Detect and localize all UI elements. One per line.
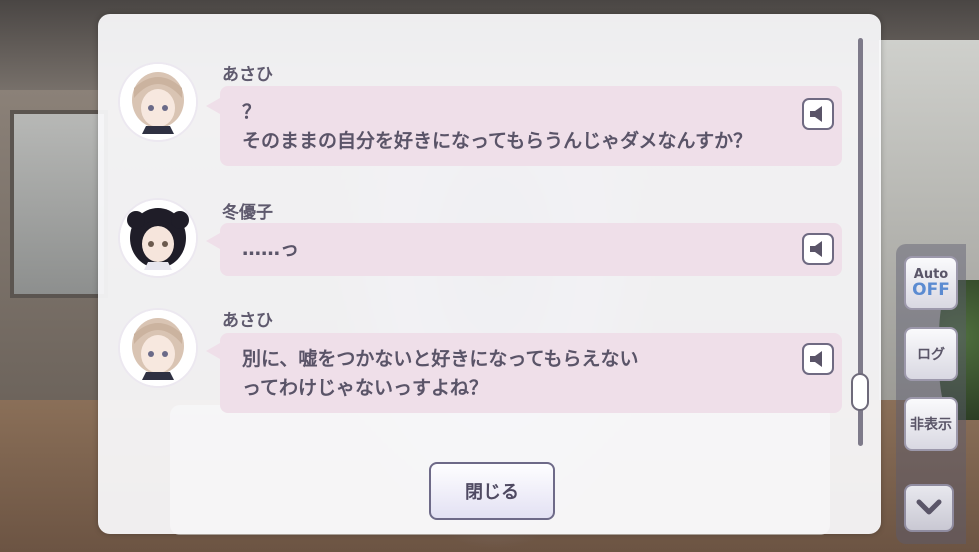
log-text: ……っ [242,238,300,260]
scroll-down-button[interactable] [904,484,954,532]
auto-button[interactable]: Auto OFF [904,256,958,310]
speaker-name: あさひ [222,311,273,331]
asahi-avatar [120,310,196,386]
auto-state: OFF [912,279,950,300]
speaker-icon [810,351,822,367]
close-button[interactable]: 閉じる [429,462,555,520]
speaker-name: 冬優子 [222,203,273,223]
log-bubble: ？ そのままの自分を好きになってもらうんじゃダメなんすか？ [206,86,842,166]
log-text: ？ そのままの自分を好きになってもらうんじゃダメなんすか？ [242,101,753,152]
log-button[interactable]: ログ [904,327,958,381]
asahi-avatar [120,64,196,140]
log-scrollbar-thumb[interactable] [851,373,869,411]
fuyuko-avatar [120,200,196,276]
log-bubble: ……っ [206,223,842,276]
log-bubble: 別に、嘘をつかないと好きになってもらえない ってわけじゃないっすよね？ [206,333,842,413]
log-text: 別に、嘘をつかないと好きになってもらえない ってわけじゃないっすよね？ [242,348,639,399]
chevron-down-icon [916,499,942,515]
speaker-icon [810,106,822,122]
voice-play-button[interactable] [802,233,834,265]
speaker-icon [810,241,822,257]
window [10,110,108,298]
voice-play-button[interactable] [802,343,834,375]
hide-label: 非表示 [910,417,952,433]
voice-play-button[interactable] [802,98,834,130]
log-label: ログ [917,347,945,363]
hide-button[interactable]: 非表示 [904,397,958,451]
speaker-name: あさひ [222,65,273,85]
